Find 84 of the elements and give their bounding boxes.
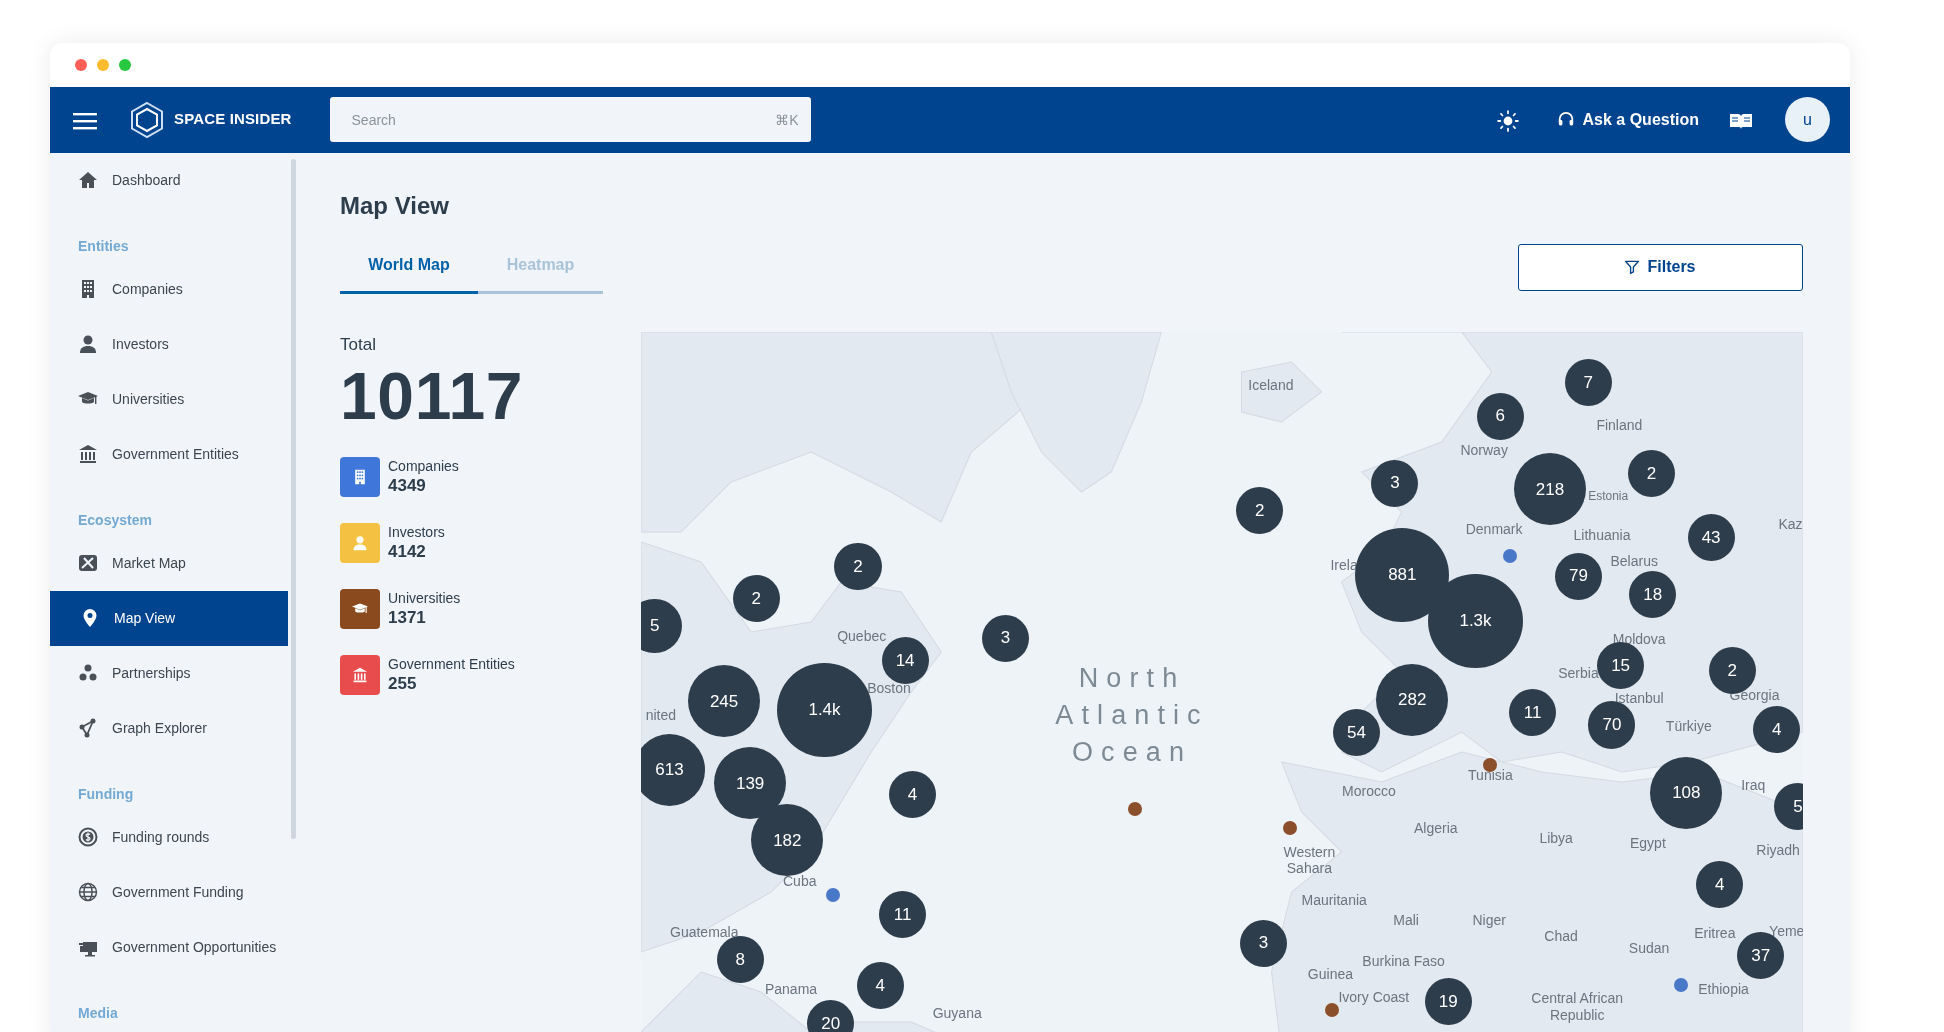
ocean-label: North Atlantic Ocean (1055, 661, 1209, 769)
place-label: Norway (1460, 441, 1508, 458)
place-label: Iraq (1741, 776, 1766, 793)
person-icon (78, 334, 98, 355)
place-label: Mali (1393, 911, 1419, 928)
graph-nodes-icon (78, 718, 98, 739)
sidebar-item[interactable]: Government Funding (50, 864, 288, 920)
place-label: Belarus (1610, 553, 1658, 570)
place-label: Lithuania (1573, 527, 1631, 544)
place-label: Central African Republic (1530, 990, 1625, 1023)
place-label: Iceland (1248, 377, 1294, 394)
sidebar-item[interactable]: Government Entities (50, 426, 288, 482)
stat-label: Universities (388, 589, 461, 608)
section-heading: Media (77, 1003, 119, 1023)
place-label: Egypt (1629, 834, 1666, 851)
stat-value: 1371 (388, 607, 427, 630)
brand-name: SPACE INSIDER (174, 109, 292, 130)
sidebar-item[interactable]: Graph Explorer (50, 700, 288, 756)
stat-label: Investors (388, 523, 445, 542)
place-label: Mauritania (1301, 891, 1367, 908)
place-label: Guyana (932, 1004, 982, 1021)
bank-icon (78, 444, 98, 465)
filters-button[interactable]: Filters (1518, 243, 1803, 291)
scrollbar[interactable] (291, 158, 296, 839)
funnel-icon (1625, 260, 1640, 275)
sidebar-item[interactable]: Investors (50, 316, 288, 372)
place-label: nited (645, 707, 676, 724)
section-heading: Ecosystem (77, 510, 153, 530)
building-icon (352, 469, 368, 486)
place-label: Kaz (1778, 516, 1803, 533)
theme-toggle-button[interactable] (1496, 107, 1519, 132)
sidebar-item[interactable]: Market Map (50, 535, 288, 591)
bank-icon (352, 667, 368, 684)
place-label: Estonia (1588, 489, 1629, 504)
place-label: Algeria (1414, 819, 1458, 836)
place-label: Burkina Faso (1362, 952, 1445, 969)
place-label: Finland (1596, 416, 1643, 433)
place-label: Niger (1472, 911, 1506, 928)
dollar-coin-icon (78, 827, 98, 848)
stat-value: 4142 (388, 541, 427, 564)
tab[interactable]: World Map (340, 240, 478, 294)
stat-value: 255 (388, 673, 418, 696)
user-avatar[interactable]: u (1785, 97, 1830, 143)
globe-icon (78, 882, 98, 903)
minimize-window-dot[interactable] (97, 58, 109, 71)
sidebar-item[interactable]: Universities (50, 371, 288, 427)
place-label: Riyadh (1756, 842, 1800, 859)
hexagon-logo-icon (128, 100, 166, 139)
place-label: Panama (764, 981, 818, 998)
section-heading: Entities (77, 236, 130, 256)
stat-label: Government Entities (388, 655, 515, 674)
section-heading: Funding (77, 784, 135, 804)
place-label: Libya (1539, 829, 1573, 846)
home-icon (78, 170, 98, 191)
close-window-dot[interactable] (75, 58, 87, 71)
place-label: Ivory Coast (1338, 988, 1410, 1005)
stat-value: 4349 (388, 475, 427, 498)
shortcut-hint: ⌘K (775, 111, 799, 131)
place-label: Western Sahara (1282, 844, 1337, 877)
maximize-window-dot[interactable] (119, 58, 131, 71)
place-label: Morocco (1342, 782, 1396, 799)
stat-label: Companies (388, 457, 459, 476)
sidebar-item[interactable]: Government Opportunities (50, 919, 288, 975)
place-label: Eritrea (1694, 925, 1736, 942)
place-label: Ethiopia (1698, 981, 1749, 998)
place-label: Chad (1544, 927, 1578, 944)
page-title: Map View (340, 190, 450, 221)
sidebar-item[interactable]: Map View (50, 590, 288, 646)
person-icon (352, 535, 368, 552)
sidebar-item[interactable]: Partnerships (50, 645, 288, 701)
place-label: Guinea (1307, 966, 1353, 983)
place-label: Tunisia (1468, 766, 1513, 783)
sidebar-item[interactable]: Companies (50, 261, 288, 317)
place-label: Türkiye (1665, 718, 1712, 735)
place-label: Serbia (1558, 664, 1599, 681)
total-label: Total (340, 333, 377, 356)
sidebar-item[interactable]: Funding rounds (50, 809, 288, 865)
menu-icon (72, 110, 98, 131)
sidebar-item[interactable]: Dashboard (50, 152, 288, 208)
total-count: 10117 (340, 363, 525, 430)
ask-question-button[interactable]: Ask a Question (1556, 107, 1699, 132)
map-image-icon (78, 553, 98, 574)
sun-icon (1496, 109, 1519, 132)
place-label: Sudan (1628, 940, 1670, 957)
